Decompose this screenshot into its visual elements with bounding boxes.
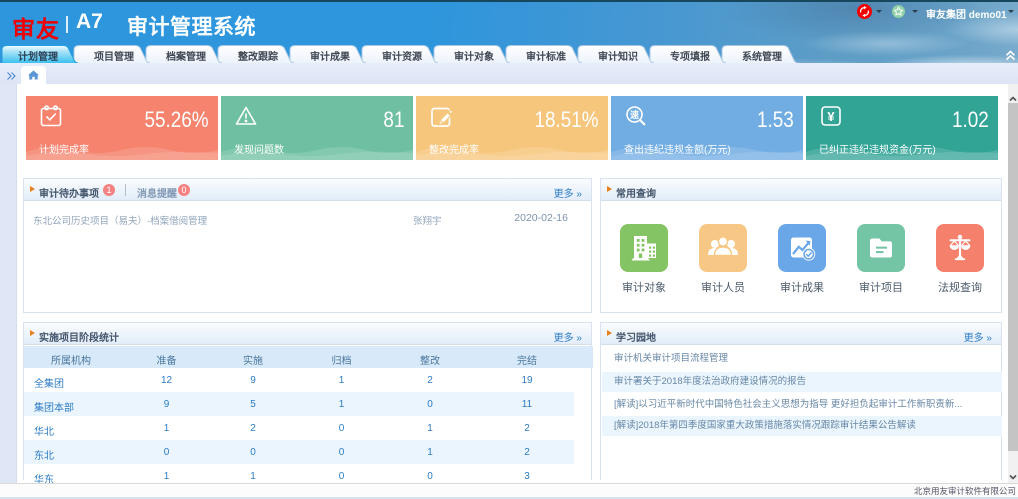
- svg-text:速: 速: [630, 109, 639, 120]
- svg-text:¥: ¥: [827, 109, 835, 124]
